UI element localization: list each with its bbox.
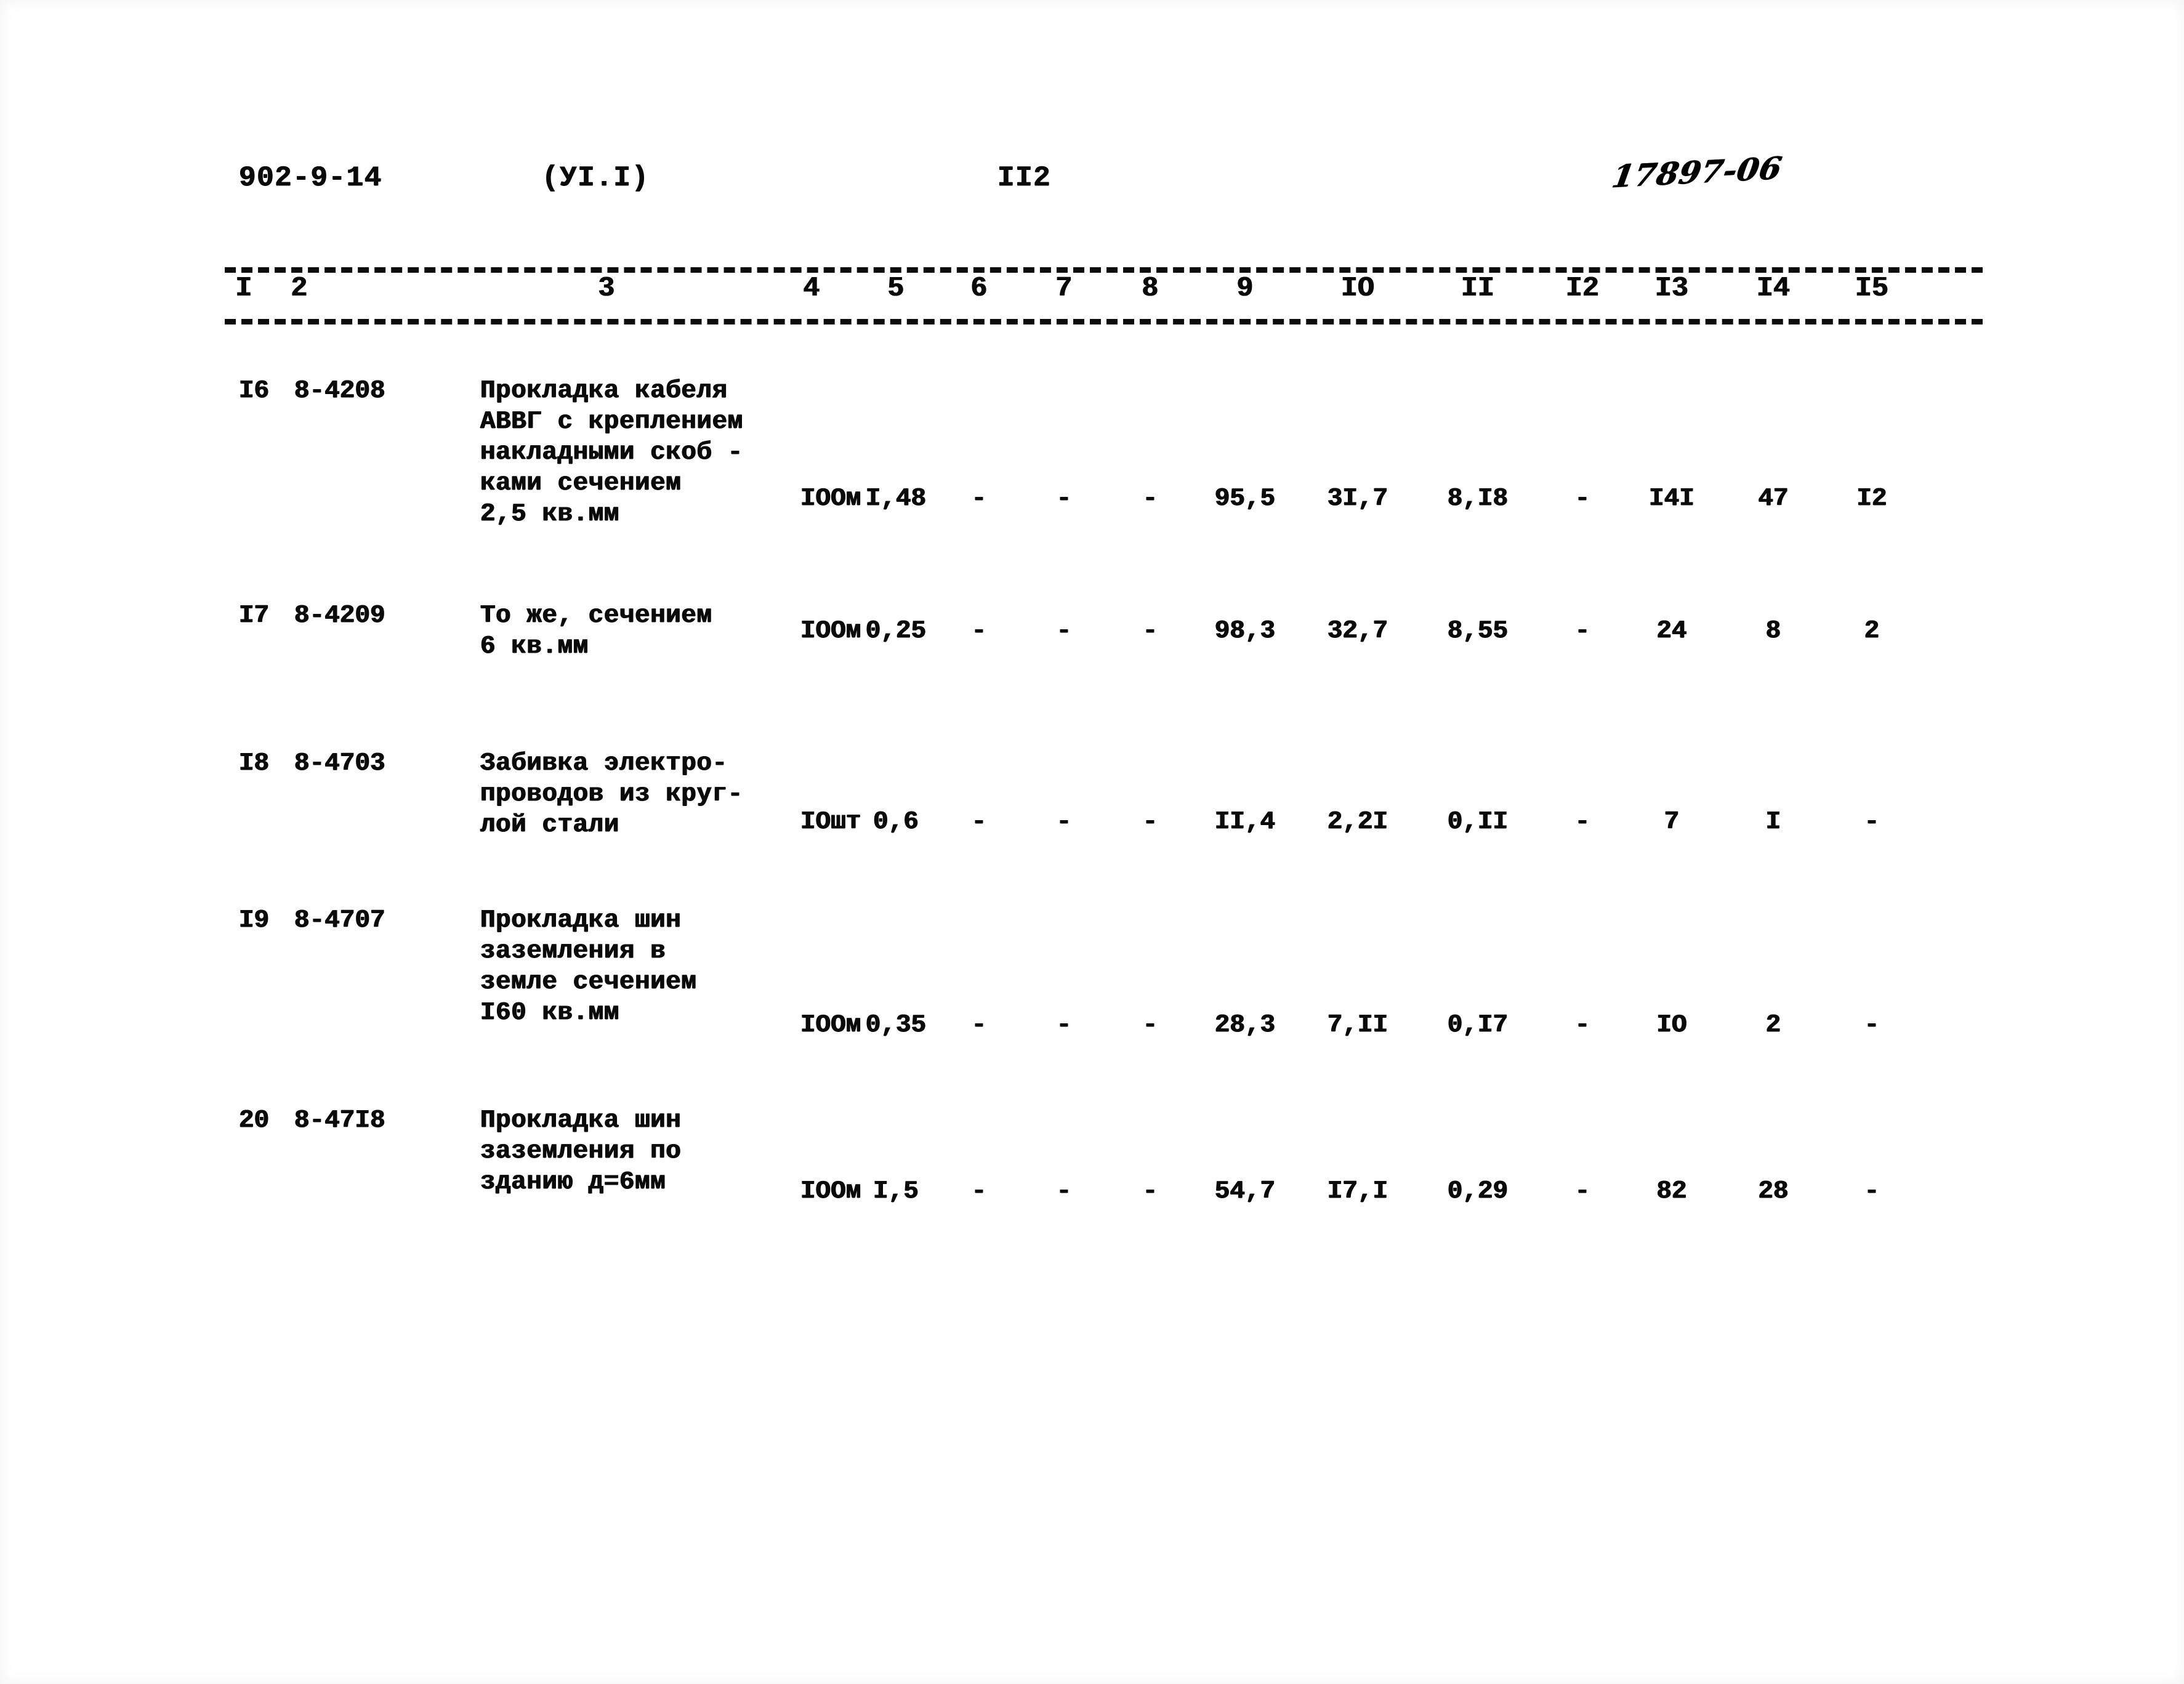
row-norm-code: 8-47I8: [294, 1106, 385, 1135]
description-line: зданию д=6мм: [480, 1168, 666, 1196]
description-line: 6 кв.мм: [480, 632, 589, 661]
row-value: -: [1142, 808, 1158, 836]
row-value: -: [1056, 617, 1072, 645]
row-value: 98,3: [1214, 617, 1276, 645]
row-value: 0,I7: [1447, 1011, 1509, 1039]
row-value: I4I: [1649, 485, 1694, 513]
row-value: -: [1864, 1011, 1880, 1039]
row-value: -: [1574, 485, 1590, 513]
row-value: 82: [1656, 1177, 1687, 1206]
description-line: проводов из круг-: [480, 780, 743, 808]
description-line: заземления по: [480, 1137, 682, 1166]
row-index: I9: [239, 906, 270, 935]
row-description: Прокладка шин заземления по зданию д=6мм: [480, 1105, 681, 1198]
row-value: I: [1765, 808, 1781, 836]
row-index: I7: [239, 602, 270, 630]
row-value: 2: [1864, 617, 1880, 645]
description-line: лой стали: [480, 811, 619, 839]
row-value: -: [1142, 485, 1158, 513]
row-value: 0,II: [1447, 808, 1509, 836]
row-value: 2: [1765, 1011, 1781, 1039]
row-index: 20: [239, 1106, 270, 1135]
row-value: 28,3: [1214, 1011, 1276, 1039]
table-body: I6 8-4208 Прокладка кабеля АВВГ с крепление…: [0, 0, 2184, 1684]
row-description: Прокладка кабеля АВВГ с креплением накладн…: [480, 376, 743, 530]
row-value: -: [1056, 485, 1072, 513]
row-value: -: [971, 1177, 987, 1206]
row-norm-code: 8-4707: [294, 906, 385, 935]
row-value: I7,I: [1327, 1177, 1388, 1206]
row-norm-code: 8-4208: [294, 377, 385, 405]
row-value: II,4: [1214, 808, 1276, 836]
row-value: 8: [1765, 617, 1781, 645]
row-value: -: [1056, 1011, 1072, 1039]
row-value: -: [1142, 617, 1158, 645]
row-value: -: [1574, 1011, 1590, 1039]
description-line: Прокладка шин: [480, 1106, 682, 1135]
row-description: То же, сечением 6 кв.мм: [480, 600, 712, 662]
row-value: 0,29: [1447, 1177, 1509, 1206]
row-value: -: [971, 808, 987, 836]
row-value: -: [1574, 617, 1590, 645]
row-value: -: [971, 1011, 987, 1039]
row-value: IO: [1656, 1011, 1687, 1039]
row-value: -: [1142, 1177, 1158, 1206]
row-value: 32,7: [1327, 617, 1388, 645]
description-line: То же, сечением: [480, 602, 712, 630]
description-line: АВВГ с креплением: [480, 408, 743, 436]
row-norm-code: 8-4703: [294, 749, 385, 778]
row-value: I2: [1856, 485, 1887, 513]
row-index: I6: [239, 377, 270, 405]
row-value: 8,55: [1447, 617, 1509, 645]
row-value: 2,2I: [1327, 808, 1388, 836]
row-value: -: [1142, 1011, 1158, 1039]
row-value: 8,I8: [1447, 485, 1509, 513]
row-value: -: [1864, 1177, 1880, 1206]
row-value: 7: [1664, 808, 1680, 836]
row-value: -: [1574, 1177, 1590, 1206]
description-line: накладными скоб -: [480, 438, 743, 467]
description-line: 2,5 кв.мм: [480, 500, 619, 528]
description-line: Прокладка кабеля: [480, 377, 728, 405]
row-description: Прокладка шин заземления в земле сечением I…: [480, 905, 696, 1028]
row-norm-code: 8-4209: [294, 602, 385, 630]
description-line: Забивка электро-: [480, 749, 728, 778]
description-line: земле сечением: [480, 968, 697, 996]
row-value: -: [1574, 808, 1590, 836]
description-line: заземления в: [480, 937, 666, 965]
row-value: -: [1864, 808, 1880, 836]
row-value: -: [971, 485, 987, 513]
row-description: Забивка электро-проводов из круг-лой ста…: [480, 748, 743, 840]
description-line: Прокладка шин: [480, 906, 682, 935]
row-value: -: [971, 617, 987, 645]
row-value: -: [1056, 1177, 1072, 1206]
row-value: 7,II: [1327, 1011, 1388, 1039]
row-value: 24: [1656, 617, 1687, 645]
description-line: ками сечением: [480, 469, 682, 498]
row-value: 47: [1758, 485, 1789, 513]
row-value: 28: [1758, 1177, 1789, 1206]
document-page: 902-9-14 (УI.I) II2 17897-06 I 2 3 4 5 6 7 8 9 IO…: [0, 0, 2184, 1684]
row-value: 3I,7: [1327, 485, 1388, 513]
row-value: 54,7: [1214, 1177, 1276, 1206]
description-line: I60 кв.мм: [480, 999, 619, 1027]
row-value: 95,5: [1214, 485, 1276, 513]
row-index: I8: [239, 749, 270, 778]
row-value: -: [1056, 808, 1072, 836]
